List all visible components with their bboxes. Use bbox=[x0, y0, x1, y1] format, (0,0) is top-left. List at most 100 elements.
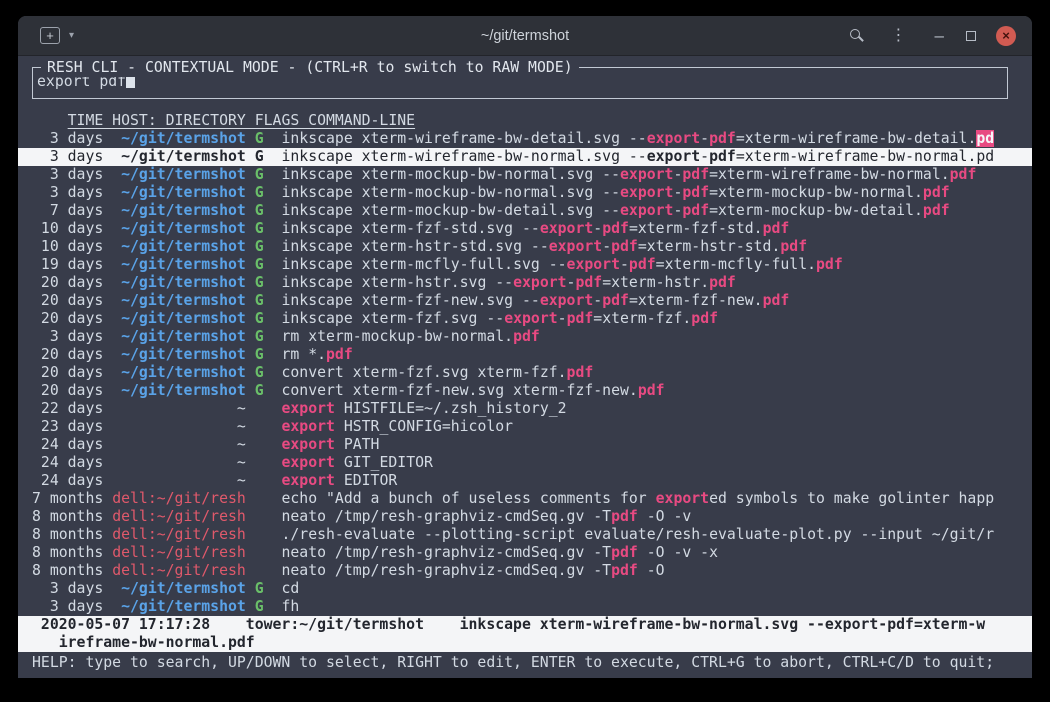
history-row[interactable]: 3 days ~/git/termshot G rm xterm-mockup-… bbox=[18, 328, 1032, 346]
command-segment: pdf bbox=[567, 310, 594, 327]
row-flags bbox=[255, 400, 282, 417]
history-row[interactable]: 20 days ~/git/termshot G convert xterm-f… bbox=[18, 364, 1032, 382]
command-segment: pdf bbox=[602, 220, 629, 237]
history-row[interactable]: 19 days ~/git/termshot G inkscape xterm-… bbox=[18, 256, 1032, 274]
command-segment: pdf bbox=[923, 202, 950, 219]
history-row[interactable]: 24 days ~ export PATH bbox=[18, 436, 1032, 454]
command-segment: pdf bbox=[513, 328, 540, 345]
history-row[interactable]: 3 days ~/git/termshot G inkscape xterm-w… bbox=[18, 148, 1032, 166]
command-segment: inkscape xterm-mockup-bw-normal.svg -- bbox=[281, 166, 620, 183]
command-segment: export bbox=[281, 436, 334, 453]
row-flags bbox=[255, 562, 282, 579]
command-segment: =xterm-fzf-std. bbox=[629, 220, 763, 237]
command-segment: pdf bbox=[709, 130, 736, 147]
command-segment: =xterm-fzf. bbox=[593, 310, 691, 327]
row-flags: G bbox=[255, 382, 282, 399]
row-time: 22 days bbox=[32, 400, 112, 417]
close-button[interactable]: × bbox=[996, 26, 1016, 46]
search-icon[interactable] bbox=[849, 28, 865, 44]
search-panel-title: RESH CLI - CONTEXTUAL MODE - (CTRL+R to … bbox=[41, 58, 579, 77]
titlebar: + ▾ ~/git/termshot ⋮ – × bbox=[18, 16, 1032, 56]
command-segment: inkscape xterm-mockup-bw-normal.svg -- bbox=[281, 184, 620, 201]
history-row[interactable]: 3 days ~/git/termshot G inkscape xterm-w… bbox=[18, 130, 1032, 148]
kebab-menu-icon[interactable]: ⋮ bbox=[891, 28, 907, 44]
history-list: 3 days ~/git/termshot G inkscape xterm-w… bbox=[18, 130, 1032, 616]
history-row[interactable]: 22 days ~ export HISTFILE=~/.zsh_history… bbox=[18, 400, 1032, 418]
row-host: ~/git/termshot bbox=[112, 364, 255, 381]
close-icon: × bbox=[1002, 28, 1010, 43]
row-host: ~/git/termshot bbox=[112, 220, 255, 237]
status-bar: 2020-05-07 17:17:28 tower:~/git/termshot… bbox=[18, 616, 1032, 652]
row-flags bbox=[255, 472, 282, 489]
status-line-1: 2020-05-07 17:17:28 tower:~/git/termshot… bbox=[18, 616, 1032, 634]
history-row[interactable]: 3 days ~/git/termshot G inkscape xterm-m… bbox=[18, 184, 1032, 202]
history-row[interactable]: 8 months dell:~/git/resh neato /tmp/resh… bbox=[18, 562, 1032, 580]
row-time: 7 days bbox=[32, 202, 112, 219]
history-row[interactable]: 8 months dell:~/git/resh neato /tmp/resh… bbox=[18, 508, 1032, 526]
row-host: ~ bbox=[112, 454, 255, 471]
history-row[interactable]: 20 days ~/git/termshot G convert xterm-f… bbox=[18, 382, 1032, 400]
row-time: 3 days bbox=[32, 598, 112, 615]
row-time: 3 days bbox=[32, 148, 112, 165]
command-segment: =xterm-hstr-std. bbox=[638, 238, 781, 255]
command-segment: inkscape xterm-hstr-std.svg -- bbox=[281, 238, 548, 255]
row-time: 3 days bbox=[32, 130, 112, 147]
terminal-content: RESH CLI - CONTEXTUAL MODE - (CTRL+R to … bbox=[18, 56, 1032, 678]
command-segment: pdf bbox=[611, 508, 638, 525]
row-time: 24 days bbox=[32, 454, 112, 471]
history-row[interactable]: 24 days ~ export GIT_EDITOR bbox=[18, 454, 1032, 472]
command-segment: -O bbox=[638, 562, 665, 579]
command-segment: - bbox=[620, 256, 629, 273]
history-row[interactable]: 23 days ~ export HSTR_CONFIG=hicolor bbox=[18, 418, 1032, 436]
command-segment: pdf bbox=[682, 184, 709, 201]
command-segment: GIT_EDITOR bbox=[335, 454, 433, 471]
minimize-icon[interactable]: – bbox=[935, 31, 944, 41]
row-time: 24 days bbox=[32, 472, 112, 489]
command-segment: neato /tmp/resh-graphviz-cmdSeq.gv -T bbox=[281, 508, 611, 525]
history-row[interactable]: 20 days ~/git/termshot G rm *.pdf bbox=[18, 346, 1032, 364]
plus-icon: + bbox=[46, 28, 54, 43]
command-segment: HSTR_CONFIG=hicolor bbox=[335, 418, 513, 435]
chevron-down-icon[interactable]: ▾ bbox=[69, 30, 74, 41]
command-segment: - bbox=[558, 310, 567, 327]
row-flags bbox=[255, 544, 282, 561]
row-flags: G bbox=[255, 346, 282, 363]
command-segment: =xterm-wireframe-bw-normal.pd bbox=[736, 148, 994, 165]
row-time: 3 days bbox=[32, 580, 112, 597]
history-row[interactable]: 7 days ~/git/termshot G inkscape xterm-m… bbox=[18, 202, 1032, 220]
row-time: 20 days bbox=[32, 310, 112, 327]
history-row[interactable]: 7 months dell:~/git/resh echo "Add a bun… bbox=[18, 490, 1032, 508]
new-tab-button[interactable]: + bbox=[40, 27, 60, 44]
command-segment: pdf bbox=[950, 166, 977, 183]
row-time: 3 days bbox=[32, 166, 112, 183]
history-row[interactable]: 8 months dell:~/git/resh neato /tmp/resh… bbox=[18, 544, 1032, 562]
command-segment: - bbox=[700, 130, 709, 147]
history-row[interactable]: 3 days ~/git/termshot G cd bbox=[18, 580, 1032, 598]
row-flags: G bbox=[255, 256, 282, 273]
row-host: dell:~/git/resh bbox=[112, 490, 255, 507]
row-time: 23 days bbox=[32, 418, 112, 435]
row-host: dell:~/git/resh bbox=[112, 544, 255, 561]
row-flags: G bbox=[255, 238, 282, 255]
command-segment: =xterm-wireframe-bw-normal. bbox=[709, 166, 950, 183]
row-flags bbox=[255, 490, 282, 507]
history-row[interactable]: 10 days ~/git/termshot G inkscape xterm-… bbox=[18, 220, 1032, 238]
command-segment: =xterm-mockup-bw-detail. bbox=[709, 202, 923, 219]
row-time: 20 days bbox=[32, 274, 112, 291]
command-segment: export bbox=[504, 310, 557, 327]
history-row[interactable]: 24 days ~ export EDITOR bbox=[18, 472, 1032, 490]
titlebar-left-controls: + ▾ bbox=[18, 27, 74, 44]
command-segment: HISTFILE=~/.zsh_history_2 bbox=[335, 400, 567, 417]
history-row[interactable]: 10 days ~/git/termshot G inkscape xterm-… bbox=[18, 238, 1032, 256]
command-segment: fh bbox=[281, 598, 299, 615]
history-row[interactable]: 3 days ~/git/termshot G fh bbox=[18, 598, 1032, 616]
history-row[interactable]: 20 days ~/git/termshot G inkscape xterm-… bbox=[18, 310, 1032, 328]
command-segment: ./resh-evaluate --plotting-script evalua… bbox=[281, 526, 994, 543]
titlebar-right-controls: ⋮ – × bbox=[849, 26, 1032, 46]
row-host: ~/git/termshot bbox=[112, 274, 255, 291]
history-row[interactable]: 8 months dell:~/git/resh ./resh-evaluate… bbox=[18, 526, 1032, 544]
history-row[interactable]: 20 days ~/git/termshot G inkscape xterm-… bbox=[18, 292, 1032, 310]
history-row[interactable]: 3 days ~/git/termshot G inkscape xterm-m… bbox=[18, 166, 1032, 184]
restore-window-icon[interactable] bbox=[966, 31, 976, 41]
history-row[interactable]: 20 days ~/git/termshot G inkscape xterm-… bbox=[18, 274, 1032, 292]
